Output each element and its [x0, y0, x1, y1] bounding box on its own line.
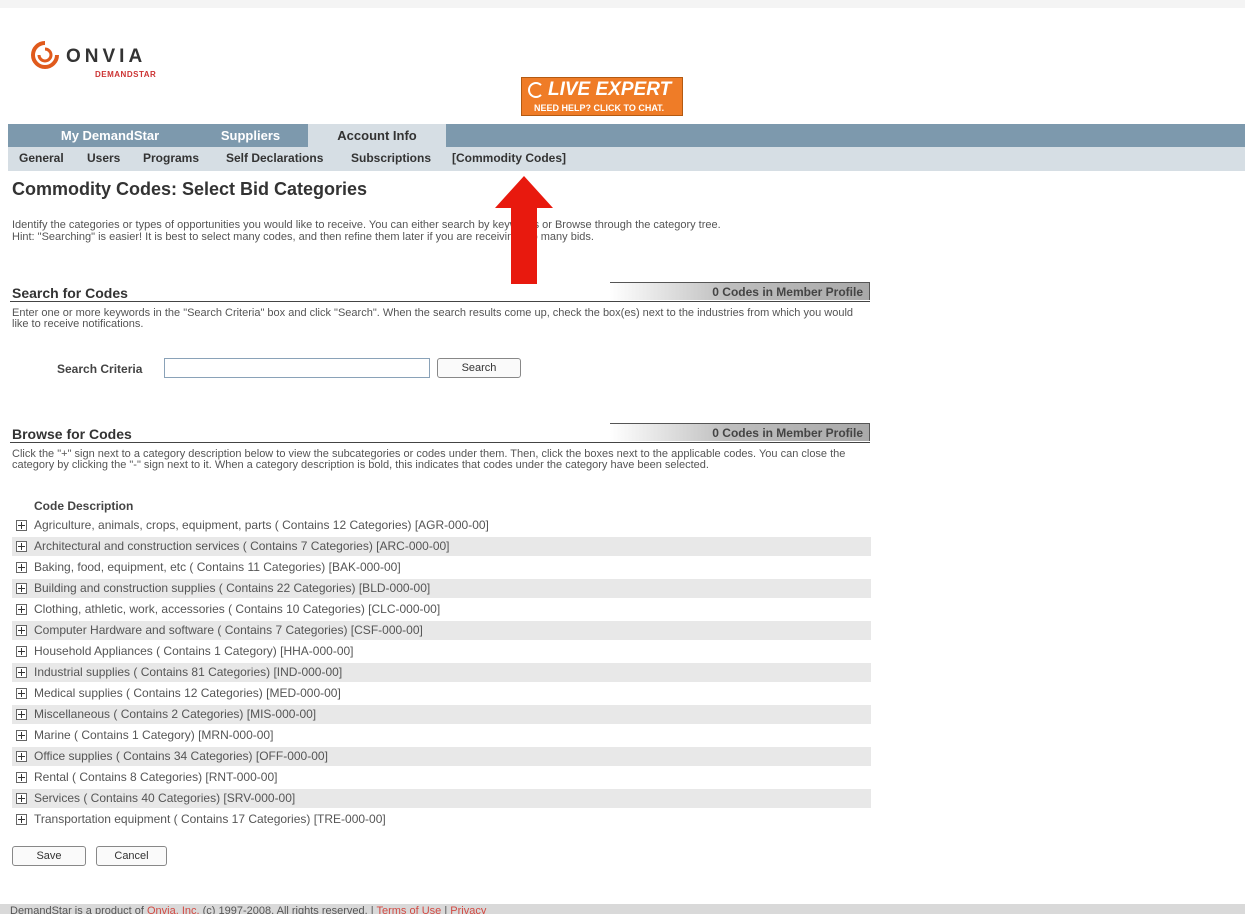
category-label: Clothing, athletic, work, accessories ( … — [34, 602, 441, 616]
brand-name: ONVIA — [66, 46, 147, 67]
category-label: Miscellaneous ( Contains 2 Categories) [… — [34, 707, 317, 721]
intro-text: Identify the categories or types of oppo… — [12, 219, 872, 243]
intro-line-2: Hint: "Searching" is easier! It is best … — [12, 231, 594, 243]
subnav-users[interactable]: Users — [87, 151, 120, 165]
top-strip — [0, 0, 1245, 8]
browse-code-count: 0 Codes in Member Profile — [610, 423, 870, 441]
category-row: Marine ( Contains 1 Category) [MRN-000-0… — [12, 726, 871, 745]
expand-plus-icon[interactable] — [16, 793, 27, 804]
subnav-self-declarations[interactable]: Self Declarations — [226, 151, 323, 165]
category-label: Building and construction supplies ( Con… — [34, 581, 431, 595]
search-section-title: Search for Codes — [12, 285, 128, 301]
code-description-header: Code Description — [34, 499, 134, 513]
tab-my-demandstar[interactable]: My DemandStar — [42, 124, 178, 147]
category-row: Industrial supplies ( Contains 81 Catego… — [12, 663, 871, 682]
expand-plus-icon[interactable] — [16, 583, 27, 594]
footer-terms-link[interactable]: Terms of Use — [376, 905, 441, 914]
browse-section-header: Browse for Codes 0 Codes in Member Profi… — [10, 423, 870, 443]
category-label: Transportation equipment ( Contains 17 C… — [34, 812, 386, 826]
expand-plus-icon[interactable] — [16, 625, 27, 636]
footer-separator: | — [444, 905, 448, 914]
subnav-general[interactable]: General — [19, 151, 64, 165]
onvia-swirl-icon — [31, 41, 59, 69]
category-label: Agriculture, animals, crops, equipment, … — [34, 518, 489, 532]
subnav-programs[interactable]: Programs — [143, 151, 199, 165]
expand-plus-icon[interactable] — [16, 646, 27, 657]
expand-plus-icon[interactable] — [16, 751, 27, 762]
search-code-count: 0 Codes in Member Profile — [610, 282, 870, 300]
sub-nav: General Users Programs Self Declarations… — [8, 147, 1245, 171]
tab-suppliers[interactable]: Suppliers — [198, 124, 303, 147]
subnav-subscriptions[interactable]: Subscriptions — [351, 151, 431, 165]
category-row: Rental ( Contains 8 Categories) [RNT-000… — [12, 768, 871, 787]
expand-plus-icon[interactable] — [16, 604, 27, 615]
category-row: Baking, food, equipment, etc ( Contains … — [12, 558, 871, 577]
category-label: Office supplies ( Contains 34 Categories… — [34, 749, 328, 763]
category-label: Industrial supplies ( Contains 81 Catego… — [34, 665, 343, 679]
footer-copyright: (c) 1997-2008. All rights reserved. — [202, 905, 368, 914]
expand-plus-icon[interactable] — [16, 730, 27, 741]
chat-icon — [528, 81, 544, 98]
search-description: Enter one or more keywords in the "Searc… — [12, 307, 854, 330]
category-label: Architectural and construction services … — [34, 539, 450, 553]
category-row: Building and construction supplies ( Con… — [12, 579, 871, 598]
browse-description: Click the "+" sign next to a category de… — [12, 448, 846, 471]
expand-plus-icon[interactable] — [16, 541, 27, 552]
category-label: Computer Hardware and software ( Contain… — [34, 623, 423, 637]
category-label: Medical supplies ( Contains 12 Categorie… — [34, 686, 341, 700]
intro-line-1: Identify the categories or types of oppo… — [12, 219, 721, 231]
search-button[interactable]: Search — [437, 358, 521, 378]
category-row: Agriculture, animals, crops, equipment, … — [12, 516, 871, 535]
category-label: Marine ( Contains 1 Category) [MRN-000-0… — [34, 728, 274, 742]
brand-sub: DEMANDSTAR — [95, 70, 157, 79]
search-input[interactable] — [164, 358, 430, 378]
category-row: Services ( Contains 40 Categories) [SRV-… — [12, 789, 871, 808]
category-row: Architectural and construction services … — [12, 537, 871, 556]
category-label: Baking, food, equipment, etc ( Contains … — [34, 560, 401, 574]
expand-plus-icon[interactable] — [16, 688, 27, 699]
live-expert-title: LIVE EXPERT — [548, 79, 672, 100]
category-row: Medical supplies ( Contains 12 Categorie… — [12, 684, 871, 703]
cancel-button[interactable]: Cancel — [96, 846, 167, 866]
category-row: Computer Hardware and software ( Contain… — [12, 621, 871, 640]
subnav-commodity-codes[interactable]: [Commodity Codes] — [452, 151, 566, 165]
category-row: Household Appliances ( Contains 1 Catego… — [12, 642, 871, 661]
category-label: Household Appliances ( Contains 1 Catego… — [34, 644, 354, 658]
expand-plus-icon[interactable] — [16, 667, 27, 678]
footer-privacy-link[interactable]: Privacy — [450, 905, 486, 914]
category-row: Office supplies ( Contains 34 Categories… — [12, 747, 871, 766]
expand-plus-icon[interactable] — [16, 772, 27, 783]
search-section-header: Search for Codes 0 Codes in Member Profi… — [10, 282, 870, 302]
category-row: Miscellaneous ( Contains 2 Categories) [… — [12, 705, 871, 724]
footer-separator: | — [370, 905, 374, 914]
save-button[interactable]: Save — [12, 846, 86, 866]
tab-account-info[interactable]: Account Info — [308, 124, 446, 147]
category-label: Services ( Contains 40 Categories) [SRV-… — [34, 791, 296, 805]
footer: DemandStar is a product of Onvia, Inc. (… — [0, 904, 1245, 914]
category-row: Clothing, athletic, work, accessories ( … — [12, 600, 871, 619]
footer-text: DemandStar is a product of — [10, 905, 144, 914]
search-criteria-label: Search Criteria — [57, 362, 143, 376]
category-label: Rental ( Contains 8 Categories) [RNT-000… — [34, 770, 278, 784]
main-tab-bar: My DemandStar Suppliers Account Info — [8, 124, 1245, 147]
expand-plus-icon[interactable] — [16, 562, 27, 573]
expand-plus-icon[interactable] — [16, 520, 27, 531]
footer-company-link[interactable]: Onvia, Inc. — [147, 905, 200, 914]
expand-plus-icon[interactable] — [16, 814, 27, 825]
live-expert-sub: NEED HELP? CLICK TO CHAT. — [534, 103, 665, 113]
expand-plus-icon[interactable] — [16, 709, 27, 720]
page-title: Commodity Codes: Select Bid Categories — [12, 179, 368, 199]
browse-section-title: Browse for Codes — [12, 426, 132, 442]
red-up-arrow — [495, 176, 553, 284]
live-expert-button[interactable]: LIVE EXPERT NEED HELP? CLICK TO CHAT. — [521, 77, 683, 116]
category-row: Transportation equipment ( Contains 17 C… — [12, 810, 871, 829]
